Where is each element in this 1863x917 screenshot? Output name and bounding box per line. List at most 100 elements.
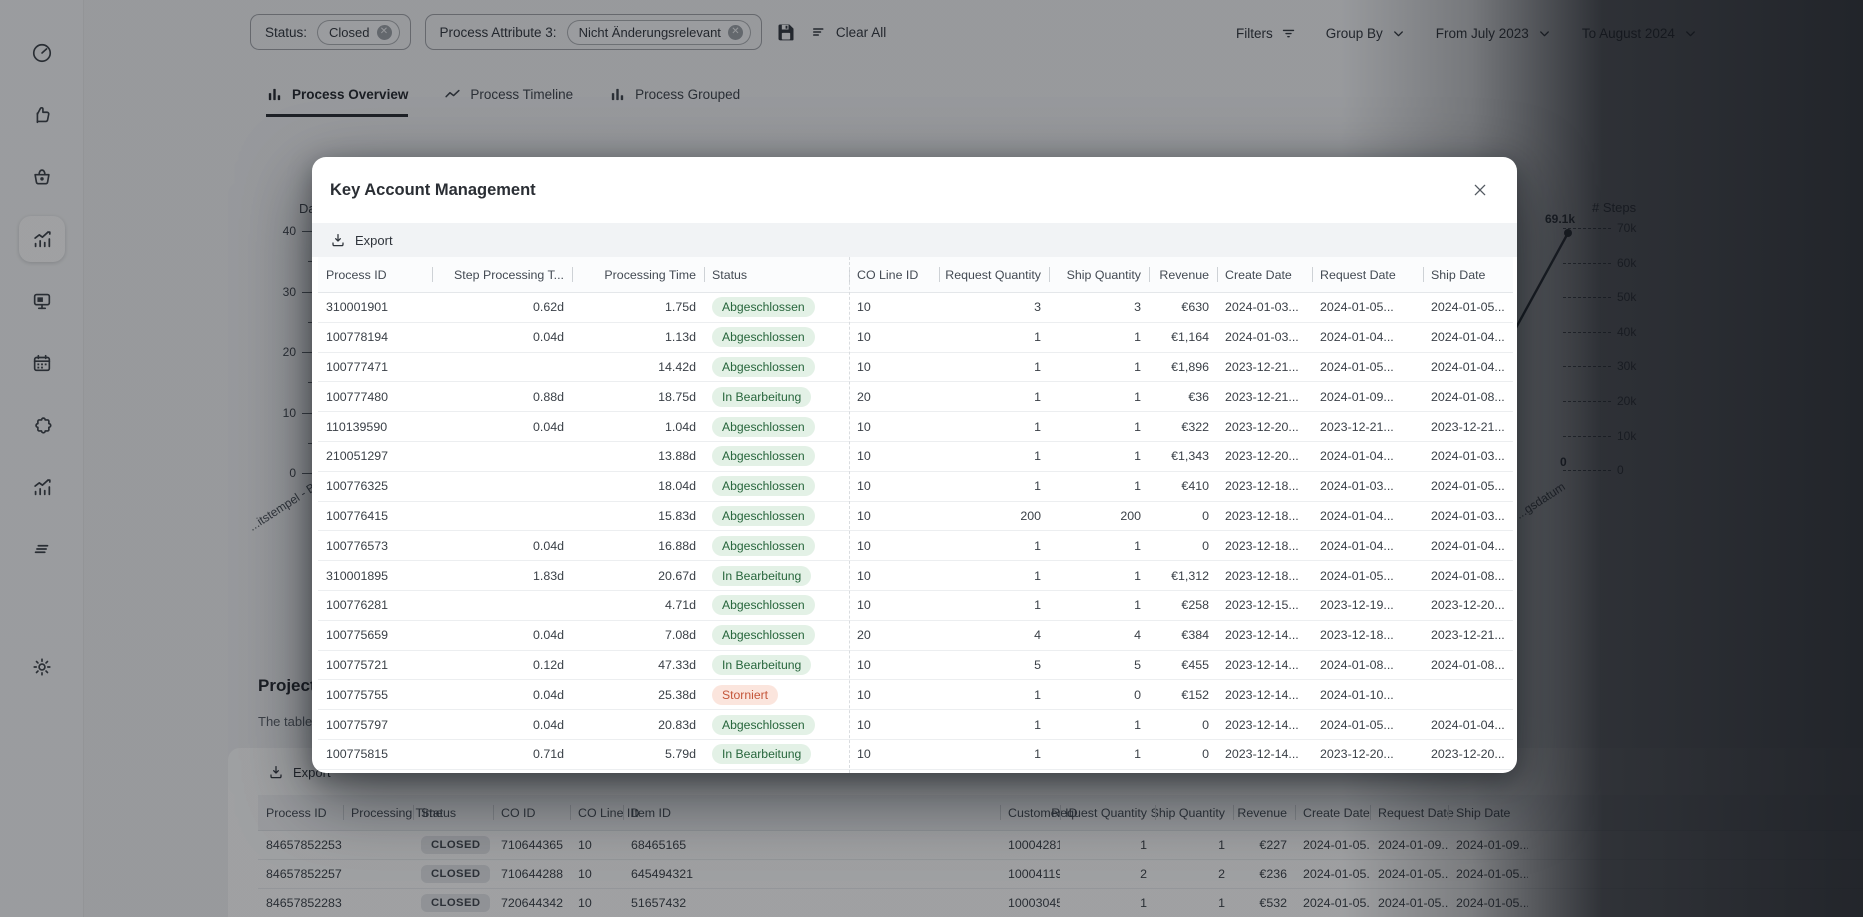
status-badge: In Bearbeitung: [712, 655, 811, 675]
table-cell: 2023-12-20...: [1312, 740, 1423, 769]
table-row[interactable]: 1007757970.04d20.83dAbgeschlossen1011020…: [318, 710, 1513, 740]
status-badge: Abgeschlossen: [712, 506, 815, 526]
column-header[interactable]: Processing Time: [572, 257, 704, 292]
table-cell: 2023-12-21...: [1423, 412, 1510, 441]
column-header[interactable]: Step Processing T...: [432, 257, 572, 292]
table-cell: 10: [849, 710, 939, 739]
table-row[interactable]: 10077641515.83dAbgeschlossen102002000202…: [318, 502, 1513, 532]
table-row[interactable]: 1007757550.04d25.38dStorniert1010€152202…: [318, 680, 1513, 710]
table-cell: 2024-01-03...: [1423, 502, 1510, 531]
table-row[interactable]: 3100019010.62d1.75dAbgeschlossen1033€630…: [318, 293, 1513, 323]
table-row[interactable]: 10077632518.04dAbgeschlossen1011€4102023…: [318, 472, 1513, 502]
table-cell: 10: [849, 412, 939, 441]
column-header[interactable]: Ship Date: [1423, 257, 1510, 292]
table-cell: 310001901: [318, 293, 432, 322]
table-cell: 1: [1049, 591, 1149, 620]
table-cell: 3: [1049, 293, 1149, 322]
table-cell: 4.71d: [572, 591, 704, 620]
table-cell: €1,343: [1149, 442, 1217, 471]
table-cell: 200: [1049, 502, 1149, 531]
table-cell: 2023-12-18...: [1217, 502, 1312, 531]
column-header[interactable]: CO Line ID: [849, 257, 939, 292]
table-row[interactable]: 1101395900.04d1.04dAbgeschlossen1011€322…: [318, 412, 1513, 442]
table-cell: 2024-01-04...: [1312, 531, 1423, 560]
status-badge: Abgeschlossen: [712, 417, 815, 437]
status-badge: Storniert: [712, 685, 778, 705]
table-cell: 2023-12-18...: [1217, 472, 1312, 501]
table-cell: 18.04d: [572, 472, 704, 501]
table-cell: 0: [1049, 680, 1149, 709]
export-label: Export: [355, 233, 393, 248]
table-row[interactable]: 1007765730.04d16.88dAbgeschlossen1011020…: [318, 531, 1513, 561]
table-cell: 100775815: [318, 740, 432, 769]
table-cell: [1423, 680, 1510, 709]
status-badge: In Bearbeitung: [712, 744, 811, 764]
table-cell: 0.04d: [432, 323, 572, 352]
table-cell: 2023-12-19...: [1312, 591, 1423, 620]
download-icon: [330, 232, 346, 248]
close-x-icon[interactable]: [1469, 179, 1491, 201]
table-cell: [432, 353, 572, 382]
table-cell: 2024-01-08...: [1312, 651, 1423, 680]
table-cell: In Bearbeitung: [704, 382, 849, 411]
column-header[interactable]: Request Date: [1312, 257, 1423, 292]
table-cell: 100778194: [318, 323, 432, 352]
table-cell: 2024-01-04...: [1312, 502, 1423, 531]
table-cell: €455: [1149, 651, 1217, 680]
table-cell: 0.04d: [432, 621, 572, 650]
table-cell: 10: [849, 353, 939, 382]
status-badge: Abgeschlossen: [712, 625, 815, 645]
table-row[interactable]: 1007757210.12d47.33dIn Bearbeitung1055€4…: [318, 651, 1513, 681]
table-cell: In Bearbeitung: [704, 561, 849, 590]
table-cell: Abgeschlossen: [704, 323, 849, 352]
table-row[interactable]: 21005129713.88dAbgeschlossen1011€1,34320…: [318, 442, 1513, 472]
table-cell: 2023-12-21...: [1217, 382, 1312, 411]
table-cell: 100777480: [318, 382, 432, 411]
table-cell: €152: [1149, 680, 1217, 709]
table-cell: 18.75d: [572, 382, 704, 411]
table-row[interactable]: 1007758150.71d5.79dIn Bearbeitung1011020…: [318, 740, 1513, 770]
table-cell: 1: [939, 710, 1049, 739]
table-cell: 10: [849, 651, 939, 680]
table-cell: 1: [939, 442, 1049, 471]
table-row[interactable]: 1007756590.04d7.08dAbgeschlossen2044€384…: [318, 621, 1513, 651]
table-cell: In Bearbeitung: [704, 651, 849, 680]
column-header[interactable]: Revenue: [1149, 257, 1217, 292]
table-cell: 20: [849, 621, 939, 650]
table-cell: 2024-01-04...: [1423, 531, 1510, 560]
table-cell: 2024-01-04...: [1312, 323, 1423, 352]
table-cell: 14.42d: [572, 353, 704, 382]
table-row[interactable]: 1007781940.04d1.13dAbgeschlossen1011€1,1…: [318, 323, 1513, 353]
table-cell: 10: [849, 472, 939, 501]
table-cell: 0.12d: [432, 651, 572, 680]
table-row[interactable]: 10077747114.42dAbgeschlossen1011€1,89620…: [318, 353, 1513, 383]
column-header[interactable]: Ship Quantity: [1049, 257, 1149, 292]
table-cell: 1: [939, 531, 1049, 560]
table-cell: €258: [1149, 591, 1217, 620]
table-cell: 210051297: [318, 442, 432, 471]
column-header[interactable]: Request Quantity: [939, 257, 1049, 292]
column-header[interactable]: Create Date: [1217, 257, 1312, 292]
table-row[interactable]: 1007774800.88d18.75dIn Bearbeitung2011€3…: [318, 382, 1513, 412]
table-cell: 2024-01-08...: [1423, 651, 1510, 680]
table-cell: 10: [849, 323, 939, 352]
table-cell: 4: [1049, 621, 1149, 650]
table-cell: 2024-01-08...: [1423, 561, 1510, 590]
table-cell: [432, 442, 572, 471]
table-cell: 2023-12-21...: [1423, 621, 1510, 650]
column-header[interactable]: Process ID: [318, 257, 432, 292]
column-header[interactable]: Status: [704, 257, 849, 292]
table-cell: 1: [939, 472, 1049, 501]
table-cell: 0: [1149, 502, 1217, 531]
table-cell: 0: [1149, 710, 1217, 739]
table-cell: 20: [849, 382, 939, 411]
table-cell: 1: [1049, 531, 1149, 560]
table-cell: 10: [849, 531, 939, 560]
export-button[interactable]: Export: [330, 232, 393, 248]
status-badge: Abgeschlossen: [712, 536, 815, 556]
modal-toolbar: Export: [312, 223, 1517, 257]
table-row[interactable]: 3100018951.83d20.67dIn Bearbeitung1011€1…: [318, 561, 1513, 591]
table-cell: 0.04d: [432, 680, 572, 709]
table-row[interactable]: 1007762814.71dAbgeschlossen1011€2582023-…: [318, 591, 1513, 621]
status-badge: Abgeschlossen: [712, 357, 815, 377]
